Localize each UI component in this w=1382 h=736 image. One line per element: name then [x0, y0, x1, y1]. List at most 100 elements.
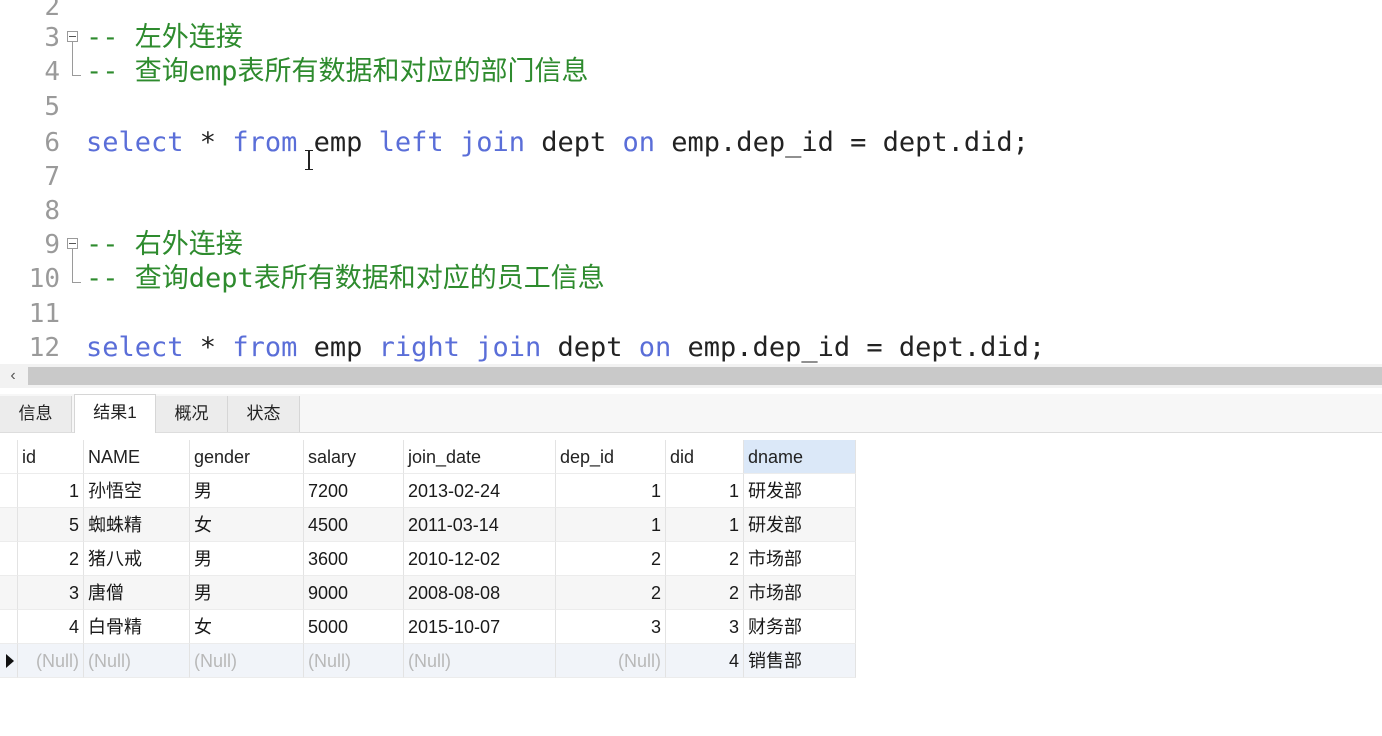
cell-name[interactable]: 唐僧	[84, 576, 190, 610]
fold-collapse-icon[interactable]	[66, 228, 82, 262]
cell-did[interactable]: 3	[666, 610, 744, 644]
row-selector[interactable]	[0, 542, 18, 576]
scroll-left-icon[interactable]: ‹	[0, 364, 26, 388]
cell-id[interactable]: 1	[18, 474, 84, 508]
column-header-did[interactable]: did	[666, 440, 744, 474]
table-row[interactable]: 4 白骨精女 5000 2015-10-07 3 3 财务部	[0, 610, 856, 644]
cell-join-date[interactable]: 2015-10-07	[404, 610, 556, 644]
grid-header-row: id NAME gender salary join_date dep_id did dnam…	[0, 440, 856, 474]
row-selector[interactable]	[0, 474, 18, 508]
sql-editor[interactable]: 2 3 -- 左外连接 4 -- 查询emp表所有数据和对应的部门信息 5 6 select …	[0, 0, 1382, 364]
cell-name[interactable]: 猪八戒	[84, 542, 190, 576]
navicat-query-window: 2 3 -- 左外连接 4 -- 查询emp表所有数据和对应的部门信息 5 6 select …	[0, 0, 1382, 736]
sql-token: dept	[541, 332, 639, 363]
fold-collapse-icon[interactable]	[66, 21, 82, 55]
cell-dep-id[interactable]: 2	[556, 542, 666, 576]
cell-did[interactable]: 1	[666, 474, 744, 508]
cell-dname[interactable]: 市场部	[744, 576, 856, 610]
cell-join-date[interactable]: 2013-02-24	[404, 474, 556, 508]
sql-keyword: right	[378, 332, 460, 363]
sql-token: emp.dep_id = dept.did;	[655, 127, 1029, 158]
cell-join-date[interactable]: 2011-03-14	[404, 508, 556, 542]
cell-dep-id[interactable]: (Null)	[556, 644, 666, 678]
row-selector[interactable]	[0, 610, 18, 644]
cell-did[interactable]: 2	[666, 576, 744, 610]
cell-gender[interactable]: 男	[190, 542, 304, 576]
cell-did[interactable]: 1	[666, 508, 744, 542]
tab-status[interactable]: 状态	[228, 396, 300, 432]
cell-id[interactable]: (Null)	[18, 644, 84, 678]
cell-id[interactable]: 2	[18, 542, 84, 576]
cell-name[interactable]: (Null)	[84, 644, 190, 678]
cell-dname[interactable]: 研发部	[744, 474, 856, 508]
table-row[interactable]: 5 蜘蛛精女 4500 2011-03-14 1 1 研发部	[0, 508, 856, 542]
cell-dep-id[interactable]: 3	[556, 610, 666, 644]
cell-dep-id[interactable]: 1	[556, 508, 666, 542]
cell-gender[interactable]: (Null)	[190, 644, 304, 678]
column-header-dep-id[interactable]: dep_id	[556, 440, 666, 474]
cell-gender[interactable]: 女	[190, 610, 304, 644]
cell-dname[interactable]: 研发部	[744, 508, 856, 542]
cell-id[interactable]: 5	[18, 508, 84, 542]
sql-comment: -- 右外连接	[86, 229, 243, 260]
cell-dname[interactable]: 市场部	[744, 542, 856, 576]
sql-keyword: from	[232, 127, 298, 158]
sql-keyword: join	[459, 127, 525, 158]
cell-dep-id[interactable]: 2	[556, 576, 666, 610]
cell-did[interactable]: 4	[666, 644, 744, 678]
result-tabs: 信息 结果1 概况 状态	[0, 394, 1382, 433]
current-row-indicator-icon	[6, 654, 14, 668]
scrollbar-thumb[interactable]	[28, 367, 1382, 385]
column-header-id[interactable]: id	[18, 440, 84, 474]
cell-salary[interactable]: 7200	[304, 474, 404, 508]
editor-horizontal-scrollbar[interactable]: ‹	[0, 364, 1382, 388]
sql-token: emp	[297, 332, 379, 363]
row-selector[interactable]	[0, 576, 18, 610]
line-number: 4	[44, 57, 60, 87]
table-row[interactable]: 3 唐僧男 9000 2008-08-08 2 2 市场部	[0, 576, 856, 610]
cell-join-date[interactable]: (Null)	[404, 644, 556, 678]
line-number: 3	[44, 23, 60, 53]
table-row[interactable]: (Null) (Null) (Null) (Null) (Null) (Null) 4 销售部	[0, 644, 856, 678]
sql-keyword: on	[622, 127, 656, 158]
cell-dname[interactable]: 财务部	[744, 610, 856, 644]
cell-salary[interactable]: (Null)	[304, 644, 404, 678]
cell-did[interactable]: 2	[666, 542, 744, 576]
row-selector[interactable]	[0, 644, 18, 678]
cell-name[interactable]: 白骨精	[84, 610, 190, 644]
row-selector[interactable]	[0, 508, 18, 542]
cell-gender[interactable]: 男	[190, 576, 304, 610]
code-text: -- 右外连接	[86, 228, 243, 262]
column-header-name[interactable]: NAME	[84, 440, 190, 474]
cell-salary[interactable]: 5000	[304, 610, 404, 644]
cell-dep-id[interactable]: 1	[556, 474, 666, 508]
cell-salary[interactable]: 4500	[304, 508, 404, 542]
column-header-join-date[interactable]: join_date	[404, 440, 556, 474]
cell-id[interactable]: 3	[18, 576, 84, 610]
line-number: 10	[28, 264, 60, 294]
sql-comment: -- 左外连接	[86, 22, 243, 53]
cell-salary[interactable]: 3600	[304, 542, 404, 576]
cell-join-date[interactable]: 2010-12-02	[404, 542, 556, 576]
cell-gender[interactable]: 男	[190, 474, 304, 508]
line-number: 5	[44, 92, 60, 122]
code-text: -- 左外连接	[86, 21, 243, 55]
cell-salary[interactable]: 9000	[304, 576, 404, 610]
sql-keyword: select	[86, 127, 184, 158]
cell-join-date[interactable]: 2008-08-08	[404, 576, 556, 610]
cell-id[interactable]: 4	[18, 610, 84, 644]
tab-profile[interactable]: 概况	[156, 396, 228, 432]
cell-name[interactable]: 蜘蛛精	[84, 508, 190, 542]
tab-info[interactable]: 信息	[0, 396, 72, 432]
cell-name[interactable]: 孙悟空	[84, 474, 190, 508]
table-row[interactable]: 1 孙悟空男 7200 2013-02-24 1 1 研发部	[0, 474, 856, 508]
cell-dname[interactable]: 销售部	[744, 644, 856, 678]
sql-token: emp	[297, 127, 379, 158]
column-header-gender[interactable]: gender	[190, 440, 304, 474]
cell-gender[interactable]: 女	[190, 508, 304, 542]
column-header-dname[interactable]: dname	[744, 440, 856, 474]
table-row[interactable]: 2 猪八戒男 3600 2010-12-02 2 2 市场部	[0, 542, 856, 576]
tab-result1[interactable]: 结果1	[74, 394, 156, 433]
column-header-salary[interactable]: salary	[304, 440, 404, 474]
